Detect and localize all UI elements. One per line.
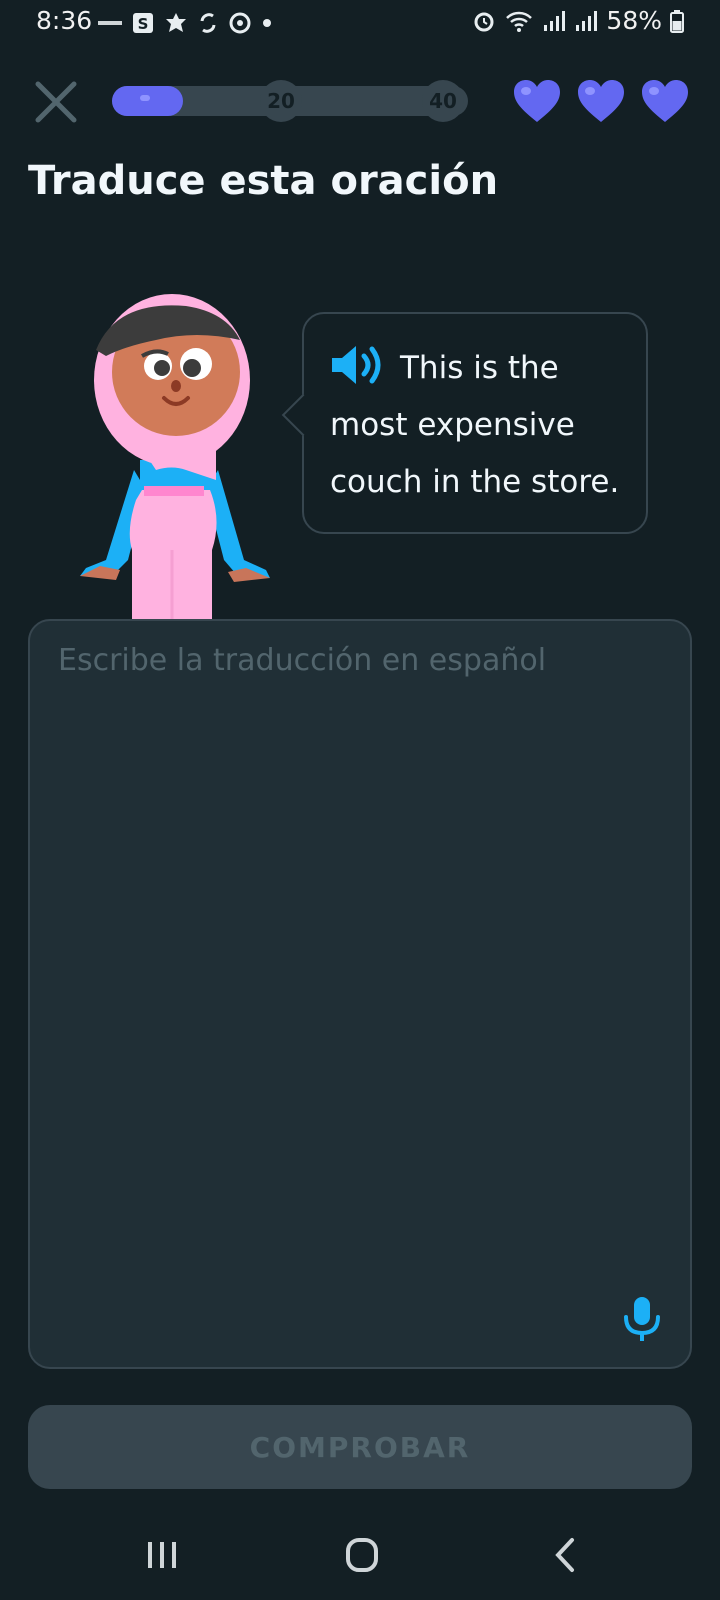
home-icon[interactable] xyxy=(332,1530,392,1580)
answer-box xyxy=(28,619,692,1369)
recent-apps-icon[interactable] xyxy=(132,1530,192,1580)
milestone-40: 40 xyxy=(422,80,464,122)
speech-bubble-tail xyxy=(281,393,325,437)
heart-icon xyxy=(578,80,624,122)
s-app-icon: S xyxy=(133,13,153,33)
status-bar: 8:36 S 58% xyxy=(0,0,720,48)
dot-icon xyxy=(263,19,271,27)
microphone-icon[interactable] xyxy=(622,1295,662,1343)
battery-icon xyxy=(670,9,684,33)
lesson-progress-bar: 20 40 xyxy=(112,80,468,122)
check-button[interactable]: COMPROBAR xyxy=(28,1405,692,1489)
milestone-20: 20 xyxy=(260,80,302,122)
translation-input[interactable] xyxy=(56,641,660,1245)
notification-icons: S xyxy=(98,10,272,36)
signal-icon-2 xyxy=(576,10,598,31)
system-navigation-bar xyxy=(0,1510,720,1600)
sync-icon xyxy=(200,13,216,33)
signal-icon xyxy=(544,10,566,31)
back-icon[interactable] xyxy=(536,1530,596,1580)
leaf-icon xyxy=(166,13,186,32)
status-time: 8:36 xyxy=(36,6,93,35)
battery-percent: 58% xyxy=(606,6,662,35)
heart-icon xyxy=(514,80,560,122)
target-icon xyxy=(229,12,251,34)
close-icon[interactable] xyxy=(30,76,82,128)
wifi-icon xyxy=(506,11,533,32)
heart-icon xyxy=(642,80,688,122)
alarm-icon xyxy=(474,12,494,31)
page-title: Traduce esta oración xyxy=(28,158,499,204)
system-icons: 58% xyxy=(472,6,684,35)
hearts xyxy=(512,78,690,124)
progress-fill xyxy=(112,86,184,116)
prompt-text-container[interactable]: This is the most expensive couch in the … xyxy=(330,340,630,511)
speech-bubble: This is the most expensive couch in the … xyxy=(281,312,648,534)
character-illustration xyxy=(80,294,270,620)
speaker-icon[interactable] xyxy=(330,344,386,386)
svg-text:S: S xyxy=(138,15,149,33)
news-icon xyxy=(98,21,122,25)
